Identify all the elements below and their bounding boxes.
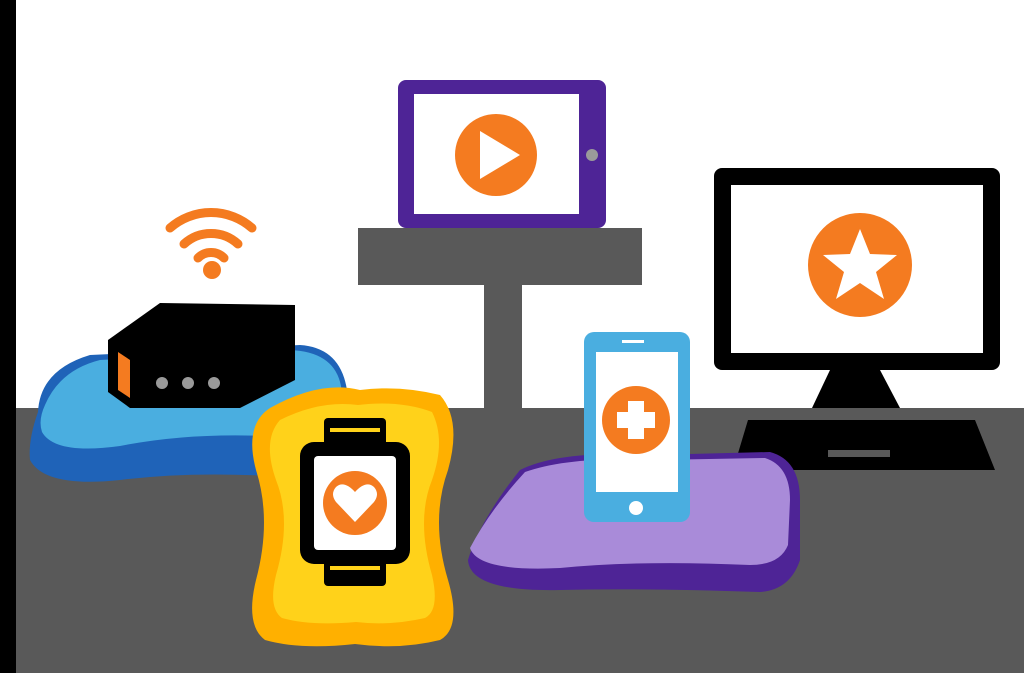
- connected-devices-illustration: [0, 0, 1024, 673]
- star-icon: [808, 213, 912, 317]
- router-indicator-dot: [182, 377, 194, 389]
- smartwatch: [300, 418, 410, 586]
- phone-home-button: [629, 501, 643, 515]
- play-icon: [455, 114, 537, 196]
- smartphone: [584, 332, 690, 522]
- plus-icon: [602, 386, 670, 454]
- tablet-home-button: [586, 149, 598, 161]
- heart-icon: [323, 471, 387, 535]
- router-indicator-dot: [208, 377, 220, 389]
- tablet: [398, 80, 606, 228]
- router-indicator-dot: [156, 377, 168, 389]
